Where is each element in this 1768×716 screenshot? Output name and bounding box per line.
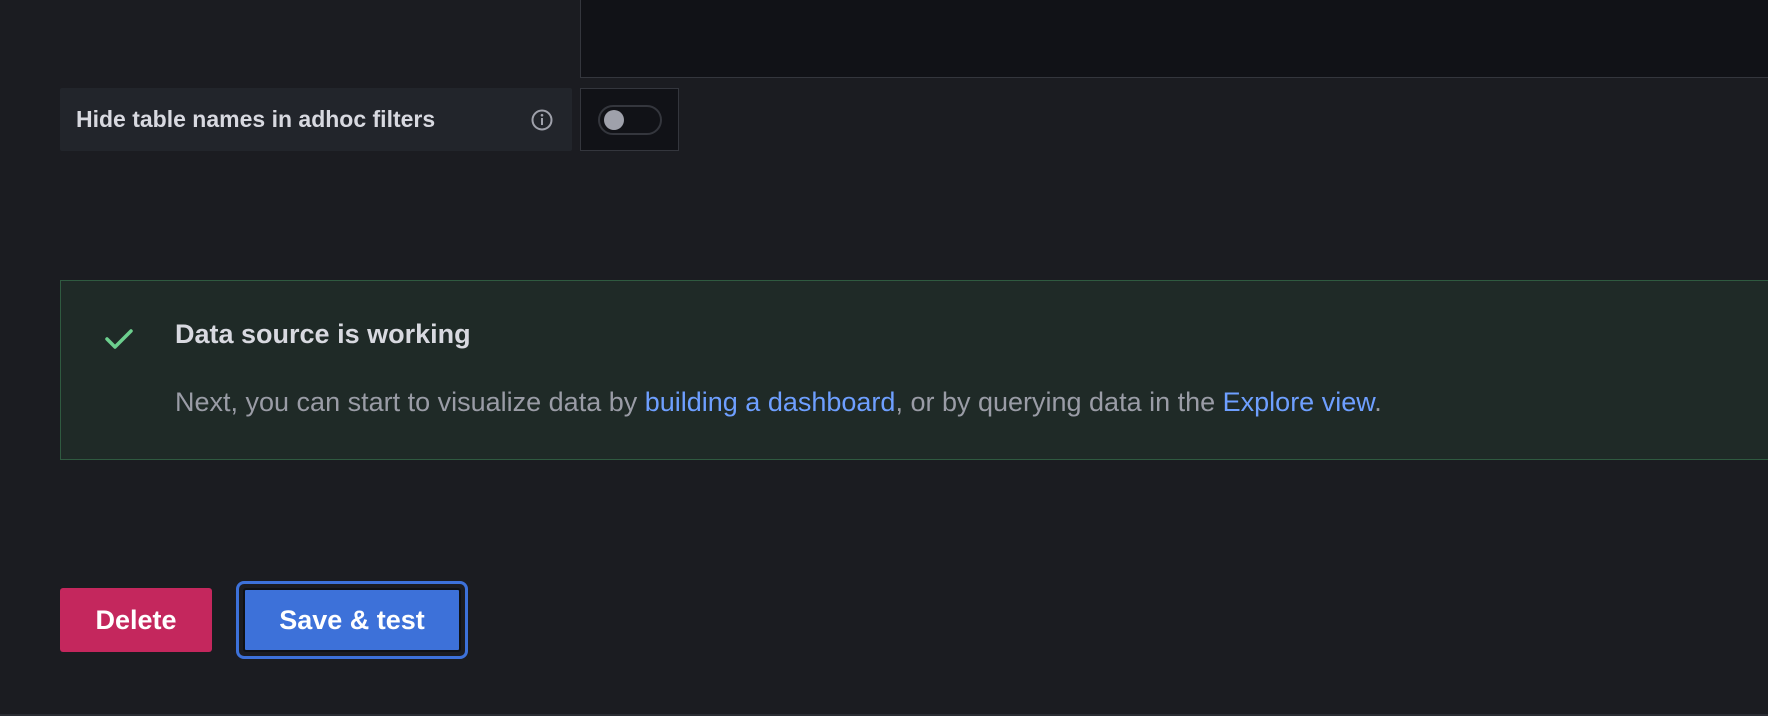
alert-body-suffix: . — [1374, 387, 1382, 417]
save-and-test-button[interactable]: Save & test — [243, 588, 461, 652]
hide-table-names-label: Hide table names in adhoc filters — [60, 88, 572, 151]
hide-table-names-toggle-wrapper — [580, 88, 679, 151]
datasource-settings-page: Hide table names in adhoc filters Data s… — [0, 0, 1768, 716]
delete-button[interactable]: Delete — [60, 588, 212, 652]
alert-body-prefix: Next, you can start to visualize data by — [175, 387, 645, 417]
check-icon — [101, 321, 137, 357]
building-dashboard-link[interactable]: building a dashboard — [645, 387, 896, 417]
hide-table-names-label-text: Hide table names in adhoc filters — [76, 106, 436, 132]
explore-view-link[interactable]: Explore view — [1223, 387, 1375, 417]
info-circle-icon[interactable] — [530, 108, 554, 132]
success-alert: Data source is working Next, you can sta… — [60, 280, 1768, 460]
alert-title: Data source is working — [175, 319, 471, 349]
alert-body-middle: , or by querying data in the — [895, 387, 1223, 417]
toggle-knob — [603, 109, 624, 130]
hide-table-names-toggle[interactable] — [597, 104, 662, 135]
alert-body: Next, you can start to visualize data by… — [175, 387, 1382, 418]
code-editor[interactable] — [580, 0, 1768, 78]
hide-table-names-row: Hide table names in adhoc filters — [60, 88, 679, 151]
